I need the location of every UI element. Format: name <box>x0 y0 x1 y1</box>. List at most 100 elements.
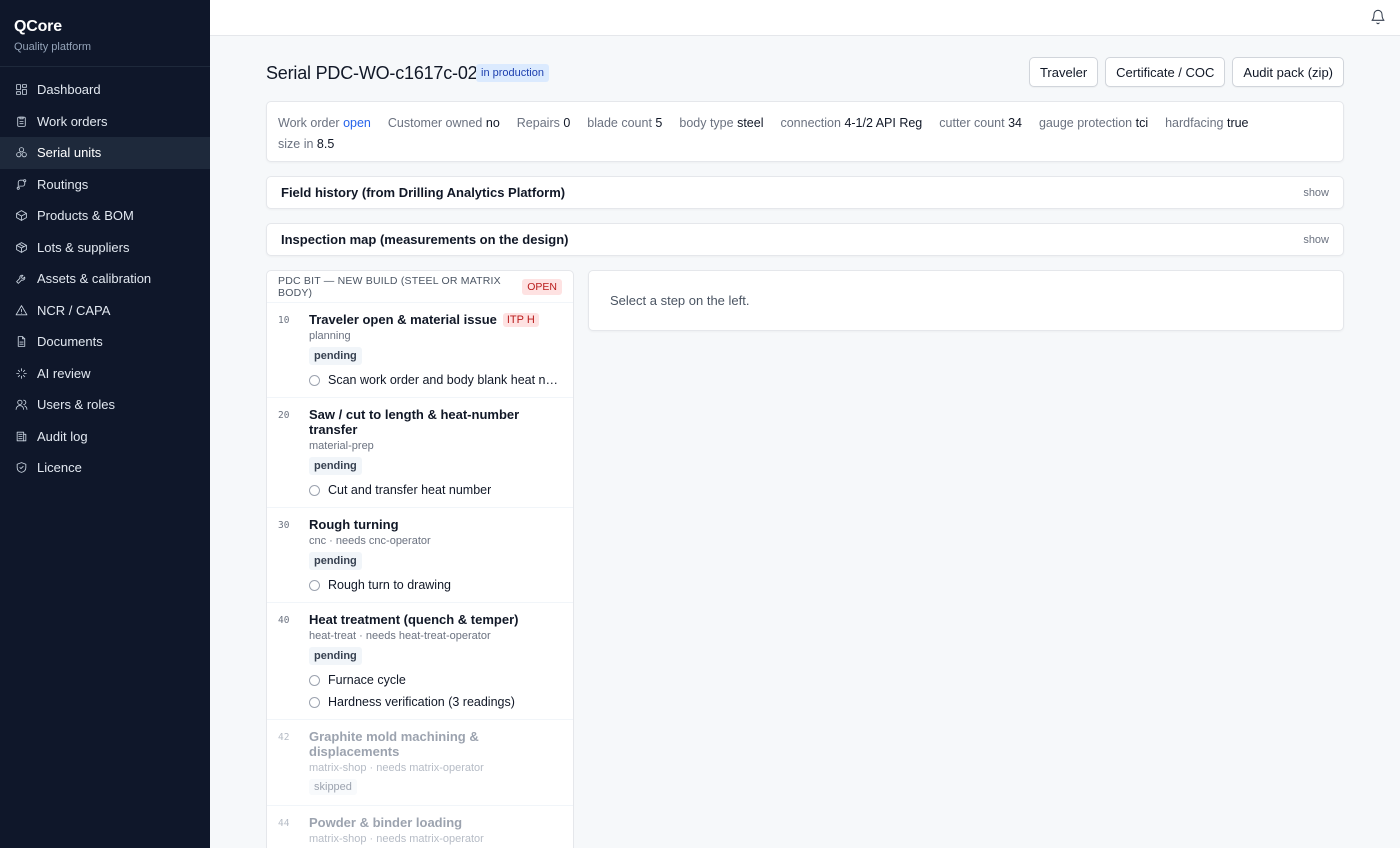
circle-icon[interactable] <box>309 374 320 386</box>
step-title: Rough turning <box>309 517 399 532</box>
field-history-panel[interactable]: Field history (from Drilling Analytics P… <box>266 176 1344 209</box>
traveler-button[interactable]: Traveler <box>1028 57 1099 87</box>
attribute-value[interactable]: open <box>343 116 371 130</box>
circle-icon[interactable] <box>309 579 320 591</box>
sidebar-item-label: Serial units <box>37 145 102 161</box>
attribute-value: tci <box>1135 116 1149 130</box>
inspection-map-panel[interactable]: Inspection map (measurements on the desi… <box>266 223 1344 256</box>
operation-item[interactable]: Rough turn to drawing <box>309 578 562 592</box>
attribute-connection: connection 4-1/2 API Reg <box>780 113 922 134</box>
routing-header: PDC bit — new build (steel or matrix bod… <box>267 271 573 303</box>
operation-label: Hardness verification (3 readings) <box>328 695 515 709</box>
operation-label: Rough turn to drawing <box>328 578 451 592</box>
circle-icon[interactable] <box>309 674 320 686</box>
step-title-row: Graphite mold machining & displacements <box>309 729 562 759</box>
attribute-size-in: size in 8.5 <box>278 134 334 155</box>
step-number: 44 <box>278 818 290 829</box>
step-state-badge: pending <box>309 647 362 665</box>
routing-step[interactable]: 40 Heat treatment (quench & temper) heat-t… <box>267 603 573 720</box>
sidebar-item-routings[interactable]: Routings <box>0 169 210 201</box>
routing-area: PDC bit — new build (steel or matrix bod… <box>266 270 1344 848</box>
attribute-value: no <box>485 116 500 130</box>
routing-step[interactable]: 20 Saw / cut to length & heat-number tran… <box>267 398 573 508</box>
step-title-row: Traveler open & material issue ITP H <box>309 312 562 327</box>
attribute-key: cutter count <box>939 116 1005 130</box>
attribute-key: gauge protection <box>1038 116 1133 130</box>
sidebar-item-documents[interactable]: Documents <box>0 326 210 358</box>
bell-icon[interactable] <box>1370 9 1386 25</box>
steps-list: 10 Traveler open & material issue ITP H pla… <box>267 303 573 848</box>
inspection-map-toggle[interactable]: show <box>1303 234 1329 246</box>
sidebar-item-label: Products & BOM <box>37 208 134 224</box>
step-title: Saw / cut to length & heat-number transf… <box>309 407 520 437</box>
sidebar-item-label: Work orders <box>37 113 108 129</box>
inspection-map-title: Inspection map (measurements on the desi… <box>281 232 569 247</box>
step-title: Heat treatment (quench & temper) <box>309 612 519 627</box>
attribute-key: Work order <box>278 116 340 130</box>
step-title-row: Saw / cut to length & heat-number transf… <box>309 407 562 437</box>
step-title: Powder & binder loading <box>309 815 463 830</box>
header-actions: Traveler Certificate / COC Audit pack (z… <box>1028 57 1344 87</box>
step-work-center: material-prep <box>309 440 374 452</box>
operation-item[interactable]: Hardness verification (3 readings) <box>309 695 562 709</box>
sidebar-item-serial-units[interactable]: Serial units <box>0 137 210 169</box>
sidebar-item-products-and-bom[interactable]: Products & BOM <box>0 200 210 232</box>
field-history-toggle[interactable]: show <box>1303 187 1329 199</box>
step-title-row: Heat treatment (quench & temper) <box>309 612 562 627</box>
step-number: 10 <box>278 315 290 326</box>
step-title: Graphite mold machining & displacements <box>309 729 479 759</box>
sidebar-item-label: NCR / CAPA <box>37 302 111 318</box>
itp-badge: ITP H <box>502 312 539 327</box>
field-history-title: Field history (from Drilling Analytics P… <box>281 185 566 200</box>
attribute-value: true <box>1226 116 1249 130</box>
sidebar-item-users-and-roles[interactable]: Users & roles <box>0 389 210 421</box>
attribute-key: Repairs <box>516 116 560 130</box>
sidebar-item-assets-and-calibration[interactable]: Assets & calibration <box>0 263 210 295</box>
circle-icon[interactable] <box>309 696 320 708</box>
routing-status-badge: OPEN <box>522 278 562 295</box>
routing-step[interactable]: 30 Rough turning cnc · needs cnc-operator p… <box>267 508 573 603</box>
box-icon <box>15 209 28 222</box>
attribute-value: 0 <box>563 116 571 130</box>
step-detail-panel: Select a step on the left. <box>588 270 1344 331</box>
brand-name[interactable]: QCore <box>14 18 196 36</box>
circle-icon[interactable] <box>309 484 320 496</box>
sidebar-item-dashboard[interactable]: Dashboard <box>0 74 210 106</box>
routing-steps-panel: PDC bit — new build (steel or matrix bod… <box>266 270 574 848</box>
step-state-badge: pending <box>309 347 362 365</box>
brand-subtitle: Quality platform <box>14 41 92 53</box>
attribute-work-order: Work order open <box>278 113 371 134</box>
sidebar-item-licence[interactable]: Licence <box>0 452 210 484</box>
sidebar-item-ncr-capa[interactable]: NCR / CAPA <box>0 295 210 327</box>
sidebar-item-lots-and-suppliers[interactable]: Lots & suppliers <box>0 232 210 264</box>
operation-item[interactable]: Cut and transfer heat number <box>309 483 562 497</box>
sidebar-item-work-orders[interactable]: Work orders <box>0 106 210 138</box>
attribute-value: 4-1/2 API Reg <box>844 116 923 130</box>
users-icon <box>15 398 28 411</box>
attribute-key: hardfacing <box>1165 116 1224 130</box>
routing-step[interactable]: 10 Traveler open & material issue ITP H pla… <box>267 303 573 398</box>
operation-item[interactable]: Scan work order and body blank heat numb… <box>309 373 562 387</box>
sidebar-item-ai-review[interactable]: AI review <box>0 358 210 390</box>
operation-item[interactable]: Furnace cycle <box>309 673 562 687</box>
sidebar-item-label: Routings <box>37 176 89 192</box>
step-state-badge: pending <box>309 552 362 570</box>
routing-step[interactable]: 44 Powder & binder loading matrix-shop · n… <box>267 806 573 848</box>
step-title-row: Powder & binder loading <box>309 815 562 830</box>
sidebar-item-label: Audit log <box>37 428 88 444</box>
status-badge: in production <box>476 64 549 82</box>
sidebar-item-audit-log[interactable]: Audit log <box>0 421 210 453</box>
attribute-key: body type <box>679 116 734 130</box>
operation-label: Furnace cycle <box>328 673 406 687</box>
sidebar-item-label: Assets & calibration <box>37 271 152 287</box>
attribute-value: 8.5 <box>316 137 335 151</box>
certificate-coc-button[interactable]: Certificate / COC <box>1105 57 1226 87</box>
audit-pack-button[interactable]: Audit pack (zip) <box>1232 57 1344 87</box>
serial-icon <box>15 146 28 159</box>
brand: QCore Quality platform <box>0 0 210 67</box>
step-number: 40 <box>278 615 290 626</box>
main-content: Serial PDC-WO-c1617c-02 in production Tr… <box>266 36 1344 848</box>
attribute-customer-owned: Customer owned no <box>388 113 500 134</box>
page-header: Serial PDC-WO-c1617c-02 in production Tr… <box>266 36 1344 101</box>
routing-step[interactable]: 42 Graphite mold machining & displacement… <box>267 720 573 806</box>
